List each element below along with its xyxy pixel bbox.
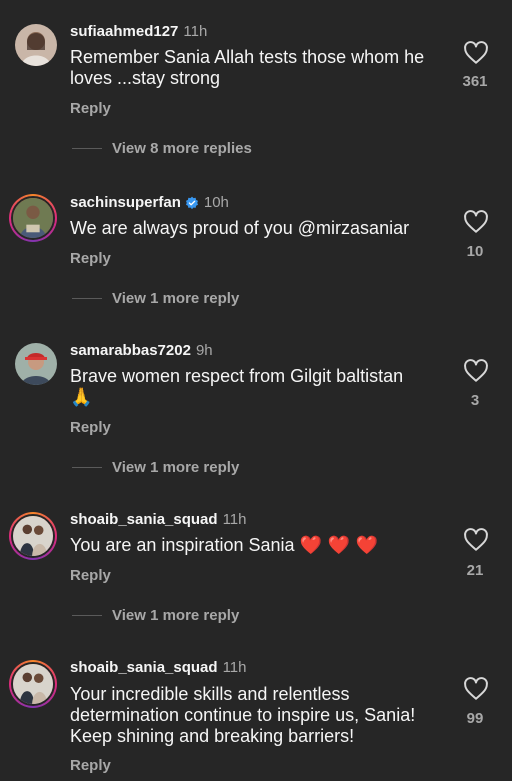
verified-badge-icon [185, 196, 198, 209]
like-count: 99 [466, 710, 484, 727]
divider-line [72, 615, 102, 616]
timestamp: 11h [222, 659, 247, 676]
view-more-replies[interactable]: View 8 more replies [72, 140, 252, 157]
username-line: shoaib_sania_squad 11h [70, 659, 246, 676]
avatar[interactable] [15, 24, 57, 66]
reply-button[interactable]: Reply [70, 757, 111, 774]
view-replies-label: View 1 more reply [112, 459, 240, 476]
comment-text: Brave women respect from Gilgit baltista… [70, 366, 450, 408]
username[interactable]: shoaib_sania_squad [70, 659, 218, 676]
comment-text: Remember Sania Allah tests those whom he… [70, 47, 425, 88]
view-replies-label: View 1 more reply [112, 290, 240, 307]
reply-button[interactable]: Reply [70, 567, 111, 584]
username-line: shoaib_sania_squad 11h [70, 511, 246, 528]
divider-line [72, 298, 102, 299]
username-line: samarabbas7202 9h [70, 342, 213, 359]
timestamp: 10h [203, 194, 229, 211]
username-line: sachinsuperfan 10h [70, 194, 229, 211]
heart-outline-icon[interactable] [462, 527, 490, 553]
username[interactable]: sufiaahmed127 [70, 23, 178, 40]
avatar[interactable] [9, 194, 57, 242]
like-count: 21 [466, 562, 484, 579]
heart-outline-icon[interactable] [462, 676, 490, 702]
comment-text-body: Brave women respect from Gilgit baltista… [70, 366, 404, 386]
view-replies-label: View 8 more replies [112, 140, 252, 157]
red-heart-emojis: ❤️ ❤️ ❤️ [299, 535, 379, 556]
comment-text-body: You are an inspiration Sania [70, 535, 295, 555]
comment-text: We are always proud of you @mirzasaniar [70, 218, 410, 238]
view-more-replies[interactable]: View 1 more reply [72, 459, 239, 476]
avatar[interactable] [15, 343, 57, 385]
divider-line [72, 148, 102, 149]
timestamp: 11h [222, 511, 247, 528]
reply-button[interactable]: Reply [70, 100, 111, 117]
like-count: 10 [466, 243, 484, 260]
heart-outline-icon[interactable] [462, 209, 490, 235]
username-line: sufiaahmed127 11h [70, 23, 207, 40]
heart-outline-icon[interactable] [462, 40, 490, 66]
reply-button[interactable]: Reply [70, 250, 111, 267]
username[interactable]: sachinsuperfan [70, 194, 181, 211]
view-replies-label: View 1 more reply [112, 607, 240, 624]
avatar[interactable] [9, 660, 57, 708]
heart-outline-icon[interactable] [462, 358, 490, 384]
username[interactable]: shoaib_sania_squad [70, 511, 218, 528]
divider-line [72, 467, 102, 468]
timestamp: 9h [195, 342, 213, 359]
comment-text: You are an inspiration Sania ❤️ ❤️ ❤️ [70, 535, 450, 556]
username[interactable]: samarabbas7202 [70, 342, 191, 359]
view-more-replies[interactable]: View 1 more reply [72, 290, 239, 307]
folded-hands-emoji: 🙏 [70, 387, 93, 408]
comment-text: Your incredible skills and relentless de… [70, 684, 416, 746]
reply-button[interactable]: Reply [70, 419, 111, 436]
like-count: 3 [470, 392, 480, 409]
timestamp: 11h [183, 23, 208, 40]
avatar[interactable] [9, 512, 57, 560]
view-more-replies[interactable]: View 1 more reply [72, 607, 239, 624]
like-count: 361 [462, 73, 488, 90]
